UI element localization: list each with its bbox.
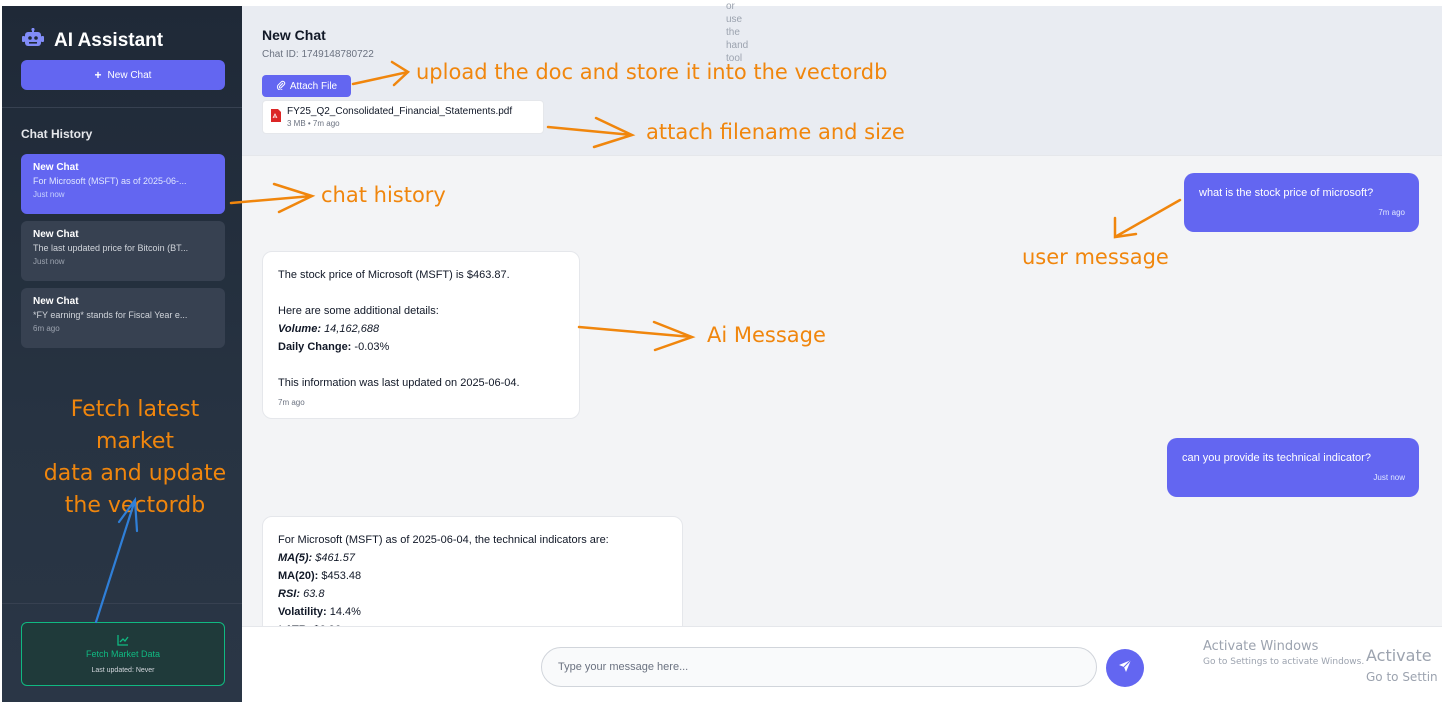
page-title: New Chat <box>262 27 326 43</box>
chat-history-item-title: New Chat <box>33 162 79 173</box>
user-message: can you provide its technical indicator?… <box>1167 438 1419 497</box>
ai-message-line: Daily Change: -0.03% <box>278 338 564 356</box>
ghost-line: or <box>726 1 735 12</box>
volatility-value: 14.4% <box>329 606 361 618</box>
annotation-ai-message: Ai Message <box>707 323 826 347</box>
ai-message-line: This information was last updated on 202… <box>278 377 520 389</box>
rsi-label: RSI: <box>278 588 300 600</box>
watermark-text: Go to Settin <box>1366 670 1438 684</box>
chat-history-item[interactable]: New Chat *FY earning* stands for Fiscal … <box>21 288 225 348</box>
chat-history-item-title: New Chat <box>33 229 79 240</box>
annotation-upload: upload the doc and store it into the vec… <box>416 60 888 84</box>
chat-id: Chat ID: 1749148780722 <box>262 49 374 60</box>
annotation-line: data and update <box>43 461 227 486</box>
ma5-label: MA(5): <box>278 552 313 564</box>
ai-message-line: For Microsoft (MSFT) as of 2025-06-04, t… <box>278 534 609 546</box>
fetch-market-data-label: Fetch Market Data <box>85 649 161 659</box>
annotation-attach: attach filename and size <box>646 120 905 144</box>
chat-history-item-title: New Chat <box>33 296 79 307</box>
ai-message-line: Volume: 14,162,688 <box>278 320 564 338</box>
user-message: what is the stock price of microsoft? 7m… <box>1184 173 1419 232</box>
watermark-text: Go to Settings to activate Windows. <box>1203 657 1365 667</box>
chat-history-item[interactable]: New Chat For Microsoft (MSFT) as of 2025… <box>21 154 225 214</box>
file-name: FY25_Q2_Consolidated_Financial_Statement… <box>287 106 513 117</box>
app-title: AI Assistant <box>54 29 164 51</box>
new-chat-button[interactable]: + New Chat <box>21 60 225 90</box>
ai-message: The stock price of Microsoft (MSFT) is $… <box>262 251 580 419</box>
ai-message-line: The stock price of Microsoft (MSFT) is $… <box>278 269 510 281</box>
chat-history-item-time: 6m ago <box>33 324 60 333</box>
app-root: AI Assistant + New Chat Chat History New… <box>0 0 1444 704</box>
fetch-market-data-button[interactable]: Fetch Market Data Last updated: Never <box>21 622 225 686</box>
message-time: 7m ago <box>278 398 305 407</box>
chat-history-item-preview: *FY earning* stands for Fiscal Year e... <box>33 310 188 320</box>
daily-change-value: -0.03% <box>354 341 390 353</box>
pdf-icon <box>271 109 281 127</box>
ghost-line: use <box>726 14 743 25</box>
ai-message-line: Here are some additional details: <box>278 305 439 317</box>
ghost-text: or use the hand tool <box>726 0 748 65</box>
robot-icon <box>22 27 44 53</box>
new-chat-label: New Chat <box>107 69 152 81</box>
daily-change-label: Daily Change: <box>278 341 352 353</box>
annotation-line: market <box>95 429 175 454</box>
chat-history-item-time: Just now <box>33 190 65 199</box>
user-message-text: can you provide its technical indicator? <box>1182 452 1371 464</box>
ai-message-line: MA(5): $461.57 <box>278 549 667 567</box>
annotation-line: Fetch latest <box>70 397 200 422</box>
send-button[interactable] <box>1106 649 1144 687</box>
file-meta: 3 MB • 7m ago <box>287 119 340 128</box>
attach-file-button[interactable]: Attach File <box>262 75 351 97</box>
annotation-line: the vectordb <box>64 493 206 518</box>
ai-message-line: Volatility: 14.4% <box>278 603 667 621</box>
chat-history-item-preview: The last updated price for Bitcoin (BT..… <box>33 243 189 253</box>
paperclip-icon <box>276 80 286 93</box>
ai-message-line: RSI: 63.8 <box>278 585 667 603</box>
chat-history-title: Chat History <box>21 127 93 141</box>
annotation-user-message: user message <box>1022 245 1169 269</box>
volume-label: Volume: <box>278 323 321 335</box>
sidebar: AI Assistant + New Chat Chat History New… <box>2 6 242 702</box>
watermark-text: Activate <box>1366 646 1432 665</box>
divider <box>2 107 242 108</box>
volatility-label: Volatility: <box>278 606 327 618</box>
ma5-value: $461.57 <box>315 552 356 564</box>
volume-value: 14,162,688 <box>324 323 380 335</box>
attach-file-label: Attach File <box>289 80 338 92</box>
composer: Activate Windows Go to Settings to activ… <box>242 626 1442 702</box>
message-time: Just now <box>1373 473 1405 482</box>
ma20-label: MA(20): <box>278 570 319 582</box>
ghost-line: the <box>726 27 740 38</box>
attached-file-card[interactable]: FY25_Q2_Consolidated_Financial_Statement… <box>262 100 544 134</box>
annotation-fetch: Fetch latest market data and update the … <box>28 394 242 522</box>
brand: AI Assistant <box>22 27 164 53</box>
chat-history-item-time: Just now <box>33 257 65 266</box>
chat-history-item[interactable]: New Chat The last updated price for Bitc… <box>21 221 225 281</box>
message-time: 7m ago <box>1378 208 1405 217</box>
annotation-chat-history: chat history <box>321 183 446 207</box>
user-message-text: what is the stock price of microsoft? <box>1199 187 1374 199</box>
watermark-text: Activate Windows <box>1203 639 1319 654</box>
ai-message-line: MA(20): $453.48 <box>278 567 667 585</box>
message-input[interactable] <box>541 647 1097 687</box>
divider <box>2 603 242 604</box>
plus-icon: + <box>94 68 102 82</box>
rsi-value: 63.8 <box>303 588 325 600</box>
chat-history-item-preview: For Microsoft (MSFT) as of 2025-06-... <box>33 176 187 186</box>
ghost-line: hand <box>726 40 749 51</box>
send-icon <box>1118 659 1132 678</box>
chat-main: New Chat Chat ID: 1749148780722 or use t… <box>242 1 1442 702</box>
ma20-value: $453.48 <box>321 570 362 582</box>
last-updated-text: Last updated: Never <box>91 667 155 674</box>
